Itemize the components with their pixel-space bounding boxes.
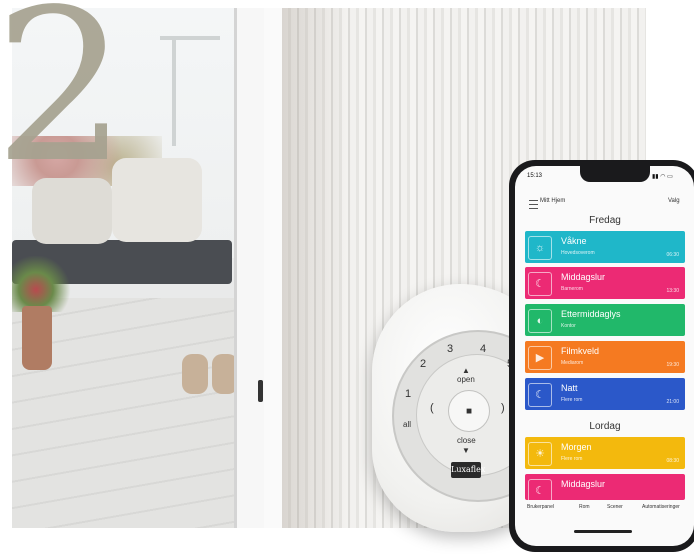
scene-room: Kontor [561,323,576,329]
tab-scener[interactable]: Scener [607,504,623,510]
scene-time: 21:00 [666,399,679,405]
scene-card[interactable]: ☀ Morgen Flere rom 08:30 [525,437,685,469]
scene-room: Hovedsoverom [561,250,595,256]
scene-icon: ◐ [528,309,552,333]
scene-room: Flere rom [561,456,583,462]
scene-icon: ☼ [528,236,552,260]
scene-room: Barnerom [561,286,583,292]
shoe [182,354,208,394]
door-handle [258,380,263,402]
scene-card[interactable]: ☾ Natt Flere rom 21:00 [525,378,685,410]
nav-options-link[interactable]: Valg [668,198,680,204]
stop-icon: ■ [465,405,473,417]
hamburger-menu-icon[interactable] [529,200,538,209]
crane-pole [172,36,176,146]
crane-arm [160,36,220,40]
home-indicator [574,530,632,533]
phone-notch [580,166,650,182]
remote-all-button[interactable]: all [403,420,411,429]
remote-button-1[interactable]: 1 [405,388,411,400]
day-header-friday: Fredag [589,215,621,226]
potted-plant [12,256,72,312]
remote-button-4[interactable]: 4 [480,343,486,355]
scene-card[interactable]: ☾ Middagslur Barnerom 13:30 [525,267,685,299]
scene-time: 08:30 [666,458,679,464]
scene-icon: ▶ [528,346,552,370]
scene-icon: ☀ [528,442,552,466]
scene-name: Ettermiddaglys [561,309,621,319]
chevron-up-icon: ▲ [462,366,470,375]
scene-name: Filmkveld [561,346,600,356]
scene-icon: ☾ [528,272,552,296]
tab-automatiseringer[interactable]: Automatiseringer [642,504,680,510]
tilt-right-button[interactable]: ) [501,402,505,414]
tilt-left-button[interactable]: ( [430,402,434,414]
brand-logo: Luxaflex [451,462,485,478]
scene-name: Middagslur [561,272,606,282]
chevron-down-icon: ▼ [462,446,470,455]
scene-time: 19:30 [666,362,679,368]
scene-card[interactable]: ◐ Ettermiddaglys Kontor [525,304,685,336]
remote-button-2[interactable]: 2 [420,358,426,370]
status-icons: ▮▮ ◠ ▭ [652,174,673,180]
tab-brukerpanel[interactable]: Brukerpanel [527,504,554,510]
scene-time: 13:30 [666,288,679,294]
scene-card[interactable]: ☼ Våkne Hovedsoverom 06:30 [525,231,685,263]
scene-name: Våkne [561,236,587,246]
remote-close-label[interactable]: close [457,436,476,445]
remote-open-label[interactable]: open [457,375,475,384]
scene-card[interactable]: ☾ Middagslur [525,474,685,500]
plant-pot [22,306,52,370]
tab-rom[interactable]: Rom [579,504,590,510]
scene-icon: ☾ [528,383,552,407]
scene-room: Mediarom [561,360,584,366]
scene-card[interactable]: ▶ Filmkveld Mediarom 19:30 [525,341,685,373]
remote-button-3[interactable]: 3 [447,343,453,355]
status-time: 15:13 [527,173,543,179]
scene-room: Flere rom [561,397,583,403]
scene-icon: ☾ [528,479,552,500]
scene-name: Middagslur [561,479,606,489]
product-scene: 2 1 2 3 4 5 6 all ▲ open close ▼ ( ) ■ ♥… [0,0,694,554]
day-header-saturday: Lordag [589,421,621,432]
nav-title: Mitt Hjem [540,198,566,204]
scene-time: 06:30 [666,252,679,258]
scene-name: Morgen [561,442,592,452]
remote-stop-button[interactable]: ■ [448,390,490,432]
scene-name: Natt [561,383,578,393]
hero-number: 2 [0,0,128,209]
curtain-shadow [282,8,352,528]
